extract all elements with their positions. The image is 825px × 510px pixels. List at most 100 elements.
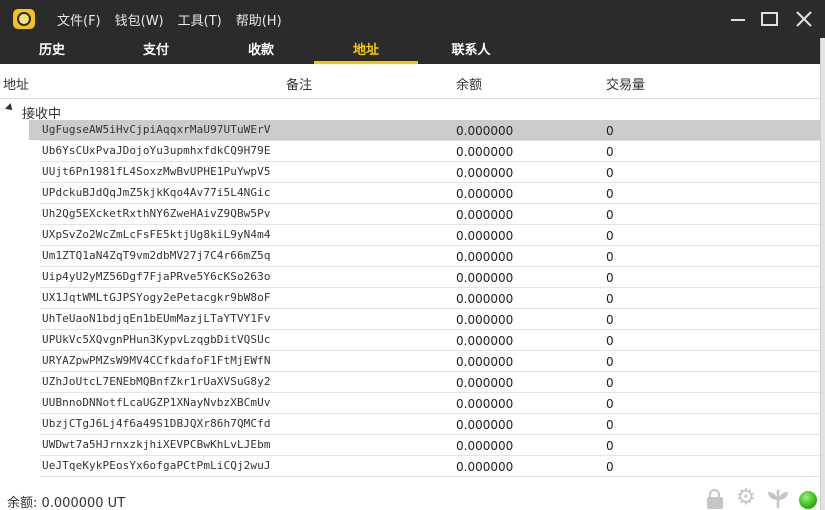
address-table: UgFugseAW5iHvCjpiAqqxrMaU97UTuWErV 0.0000…: [0, 120, 820, 482]
menu-wallet[interactable]: 钱包(W): [115, 10, 164, 29]
row-address[interactable]: URYAZpwPMZsW9MV4CCfkdafoF1FtMjEWfN: [42, 354, 271, 367]
row-txcount: 0: [606, 376, 614, 390]
row-address[interactable]: UbzjCTgJ6Lj4f6a49S1DBJQXr86h7QMCfd: [42, 417, 271, 430]
row-balance: 0.000000: [456, 145, 514, 159]
close-icon[interactable]: [791, 7, 817, 31]
row-address[interactable]: UhTeUaoN1bdjqEn1bEUmMazjLTaYTVY1Fv: [42, 312, 271, 325]
table-row[interactable]: UXpSvZo2WcZmLcFsFE5ktjUg8kiL9yN4m4 0.0000…: [0, 225, 820, 246]
row-address[interactable]: UWDwt7a5HJrnxzkjhiXEVPCBwKhLvLJEbm: [42, 438, 271, 451]
row-address[interactable]: UX1JqtWMLtGJPSYogy2ePetacgkr9bW8oF: [42, 291, 271, 304]
row-txcount: 0: [606, 187, 614, 201]
row-balance: 0.000000: [456, 397, 514, 411]
wallet-window: 文件(F) 钱包(W) 工具(T) 帮助(H) 历史 支付 收款 地址 联系人 …: [0, 0, 825, 510]
table-row[interactable]: UPdckuBJdQqJmZ5kjkKqo4Av77i5L4NGic 0.0000…: [0, 183, 820, 204]
lock-icon[interactable]: [705, 489, 725, 509]
table-row[interactable]: UZhJoUtcL7ENEbMQBnfZkr1rUaXVSuG8y2 0.0000…: [0, 372, 820, 393]
row-txcount: 0: [606, 166, 614, 180]
row-txcount: 0: [606, 355, 614, 369]
row-address[interactable]: UZhJoUtcL7ENEbMQBnfZkr1rUaXVSuG8y2: [42, 375, 271, 388]
column-txcount[interactable]: 交易量: [606, 74, 645, 93]
tab-history[interactable]: 历史: [0, 38, 104, 64]
table-row[interactable]: Uh2Qg5EXcketRxthNY6ZweHAivZ9QBw5Pv 0.0000…: [0, 204, 820, 225]
menu-bar: 文件(F) 钱包(W) 工具(T) 帮助(H): [57, 0, 296, 38]
tab-bar: 历史 支付 收款 地址 联系人: [0, 38, 820, 64]
row-txcount: 0: [606, 208, 614, 222]
row-address[interactable]: UeJTqeKykPEosYx6ofgaPCtPmLiCQj2wuJ: [42, 459, 271, 472]
row-balance: 0.000000: [456, 460, 514, 474]
group-receiving[interactable]: 接收中: [0, 102, 820, 122]
status-bar: 余额: 0.000000 UT ⚙: [0, 482, 820, 510]
row-address[interactable]: UgFugseAW5iHvCjpiAqqxrMaU97UTuWErV: [42, 123, 271, 136]
minimize-icon[interactable]: [725, 7, 751, 31]
maximize-icon[interactable]: [756, 7, 782, 31]
row-txcount: 0: [606, 418, 614, 432]
row-txcount: 0: [606, 229, 614, 243]
row-txcount: 0: [606, 439, 614, 453]
tab-contacts[interactable]: 联系人: [419, 38, 523, 64]
row-txcount: 0: [606, 313, 614, 327]
menu-file[interactable]: 文件(F): [57, 10, 101, 29]
table-row[interactable]: Um1ZTQ1aN4ZqT9vm2dbMV27j7C4r66mZ5q 0.0000…: [0, 246, 820, 267]
row-txcount: 0: [606, 271, 614, 285]
row-address[interactable]: Uip4yU2yMZ56Dgf7FjaPRve5Y6cKSo263o: [42, 270, 271, 283]
row-address[interactable]: UXpSvZo2WcZmLcFsFE5ktjUg8kiL9yN4m4: [42, 228, 271, 241]
row-balance: 0.000000: [456, 292, 514, 306]
column-note[interactable]: 备注: [286, 74, 312, 93]
row-balance: 0.000000: [456, 334, 514, 348]
row-txcount: 0: [606, 292, 614, 306]
tab-receive[interactable]: 收款: [209, 38, 313, 64]
table-row[interactable]: UPUkVc5XQvgnPHun3KypvLzqgbDitVQSUc 0.0000…: [0, 330, 820, 351]
row-address[interactable]: UPUkVc5XQvgnPHun3KypvLzqgbDitVQSUc: [42, 333, 271, 346]
row-balance: 0.000000: [456, 418, 514, 432]
row-balance: 0.000000: [456, 250, 514, 264]
menu-help[interactable]: 帮助(H): [236, 10, 282, 29]
status-dot-icon: [799, 491, 817, 509]
table-row[interactable]: UhTeUaoN1bdjqEn1bEUmMazjLTaYTVY1Fv 0.0000…: [0, 309, 820, 330]
column-balance[interactable]: 余额: [456, 74, 482, 93]
row-balance: 0.000000: [456, 124, 514, 138]
table-row[interactable]: UWDwt7a5HJrnxzkjhiXEVPCBwKhLvLJEbm 0.0000…: [0, 435, 820, 456]
menu-tools[interactable]: 工具(T): [178, 10, 222, 29]
table-row[interactable]: UUjt6Pn1981fL4SoxzMwBvUPHE1PuYwpV5 0.0000…: [0, 162, 820, 183]
row-txcount: 0: [606, 145, 614, 159]
row-address[interactable]: UUjt6Pn1981fL4SoxzMwBvUPHE1PuYwpV5: [42, 165, 271, 178]
app-logo-icon: [13, 9, 35, 29]
row-txcount: 0: [606, 460, 614, 474]
column-address[interactable]: 地址: [3, 74, 29, 93]
row-balance: 0.000000: [456, 229, 514, 243]
row-balance: 0.000000: [456, 313, 514, 327]
table-row[interactable]: UgFugseAW5iHvCjpiAqqxrMaU97UTuWErV 0.0000…: [0, 120, 820, 141]
table-row[interactable]: UUBnnoDNNotfLcaUGZP1XNayNvbzXBCmUv 0.0000…: [0, 393, 820, 414]
row-balance: 0.000000: [456, 439, 514, 453]
row-address[interactable]: UPdckuBJdQqJmZ5kjkKqo4Av77i5L4NGic: [42, 186, 271, 199]
row-address[interactable]: UUBnnoDNNotfLcaUGZP1XNayNvbzXBCmUv: [42, 396, 271, 409]
table-row[interactable]: Ub6YsCUxPvaJDojoYu3upmhxfdkCQ9H79E 0.0000…: [0, 141, 820, 162]
row-divider: [40, 476, 820, 477]
row-address[interactable]: Uh2Qg5EXcketRxthNY6ZweHAivZ9QBw5Pv: [42, 207, 271, 220]
tab-send[interactable]: 支付: [104, 38, 208, 64]
row-txcount: 0: [606, 250, 614, 264]
table-row[interactable]: Uip4yU2yMZ56Dgf7FjaPRve5Y6cKSo263o 0.0000…: [0, 267, 820, 288]
table-header: 地址 备注 余额 交易量: [0, 64, 820, 99]
expand-triangle-icon[interactable]: [5, 103, 15, 113]
row-txcount: 0: [606, 124, 614, 138]
row-balance: 0.000000: [456, 166, 514, 180]
sprout-icon[interactable]: [767, 489, 788, 509]
table-row[interactable]: UX1JqtWMLtGJPSYogy2ePetacgkr9bW8oF 0.0000…: [0, 288, 820, 309]
row-balance: 0.000000: [456, 271, 514, 285]
table-row[interactable]: URYAZpwPMZsW9MV4CCfkdafoF1FtMjEWfN 0.0000…: [0, 351, 820, 372]
gear-icon[interactable]: ⚙: [736, 487, 756, 509]
row-txcount: 0: [606, 334, 614, 348]
row-txcount: 0: [606, 397, 614, 411]
row-address[interactable]: Um1ZTQ1aN4ZqT9vm2dbMV27j7C4r66mZ5q: [42, 249, 271, 262]
row-balance: 0.000000: [456, 208, 514, 222]
table-row[interactable]: UeJTqeKykPEosYx6ofgaPCtPmLiCQj2wuJ 0.0000…: [0, 456, 820, 477]
row-balance: 0.000000: [456, 187, 514, 201]
row-balance: 0.000000: [456, 355, 514, 369]
window-edge: [820, 38, 825, 510]
title-bar: 文件(F) 钱包(W) 工具(T) 帮助(H): [0, 0, 825, 38]
row-balance: 0.000000: [456, 376, 514, 390]
tab-addresses[interactable]: 地址: [314, 38, 418, 64]
table-row[interactable]: UbzjCTgJ6Lj4f6a49S1DBJQXr86h7QMCfd 0.0000…: [0, 414, 820, 435]
row-address[interactable]: Ub6YsCUxPvaJDojoYu3upmhxfdkCQ9H79E: [42, 144, 271, 157]
